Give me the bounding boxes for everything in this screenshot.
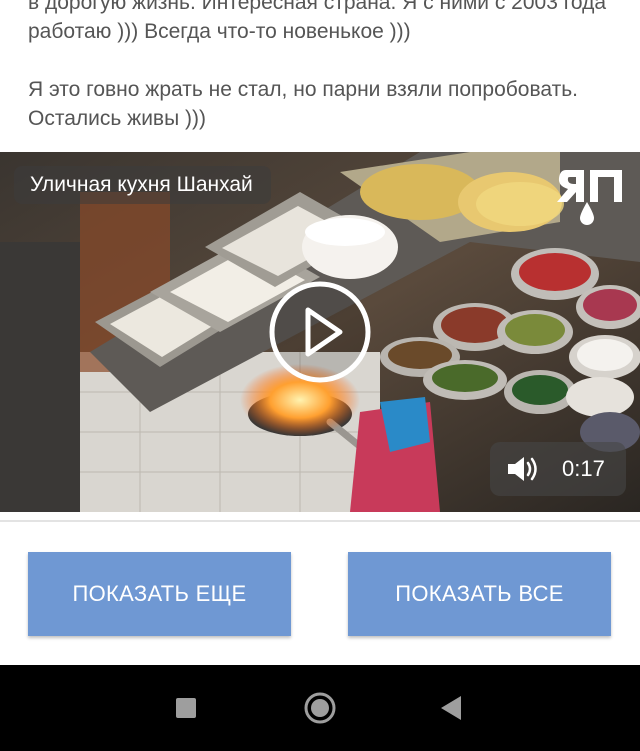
- post-text: в дорогую жизнь. Интересная страна. Я с …: [28, 0, 628, 162]
- video-player[interactable]: Уличная кухня Шанхай 0:17: [0, 152, 640, 512]
- show-all-button[interactable]: ПОКАЗАТЬ ВСЕ: [348, 552, 611, 636]
- brand-logo: [557, 170, 622, 225]
- post-paragraph: Я это говно жрать не стал, но парни взял…: [28, 78, 578, 130]
- triangle-back-icon[interactable]: [432, 688, 472, 728]
- circle-icon[interactable]: [300, 688, 340, 728]
- speaker-icon[interactable]: [506, 455, 540, 483]
- square-icon[interactable]: [166, 688, 206, 728]
- show-more-button[interactable]: ПОКАЗАТЬ ЕЩЕ: [28, 552, 291, 636]
- media-controls: 0:17: [490, 442, 626, 496]
- post-paragraph: в дорогую жизнь. Интересная страна. Я с …: [28, 0, 607, 43]
- video-title: Уличная кухня Шанхай: [14, 166, 271, 204]
- video-duration: 0:17: [562, 456, 605, 481]
- divider: [0, 520, 640, 522]
- page: в дорогую жизнь. Интересная страна. Я с …: [0, 0, 640, 751]
- play-circle-icon[interactable]: [268, 280, 372, 384]
- android-nav-bar: [0, 665, 640, 751]
